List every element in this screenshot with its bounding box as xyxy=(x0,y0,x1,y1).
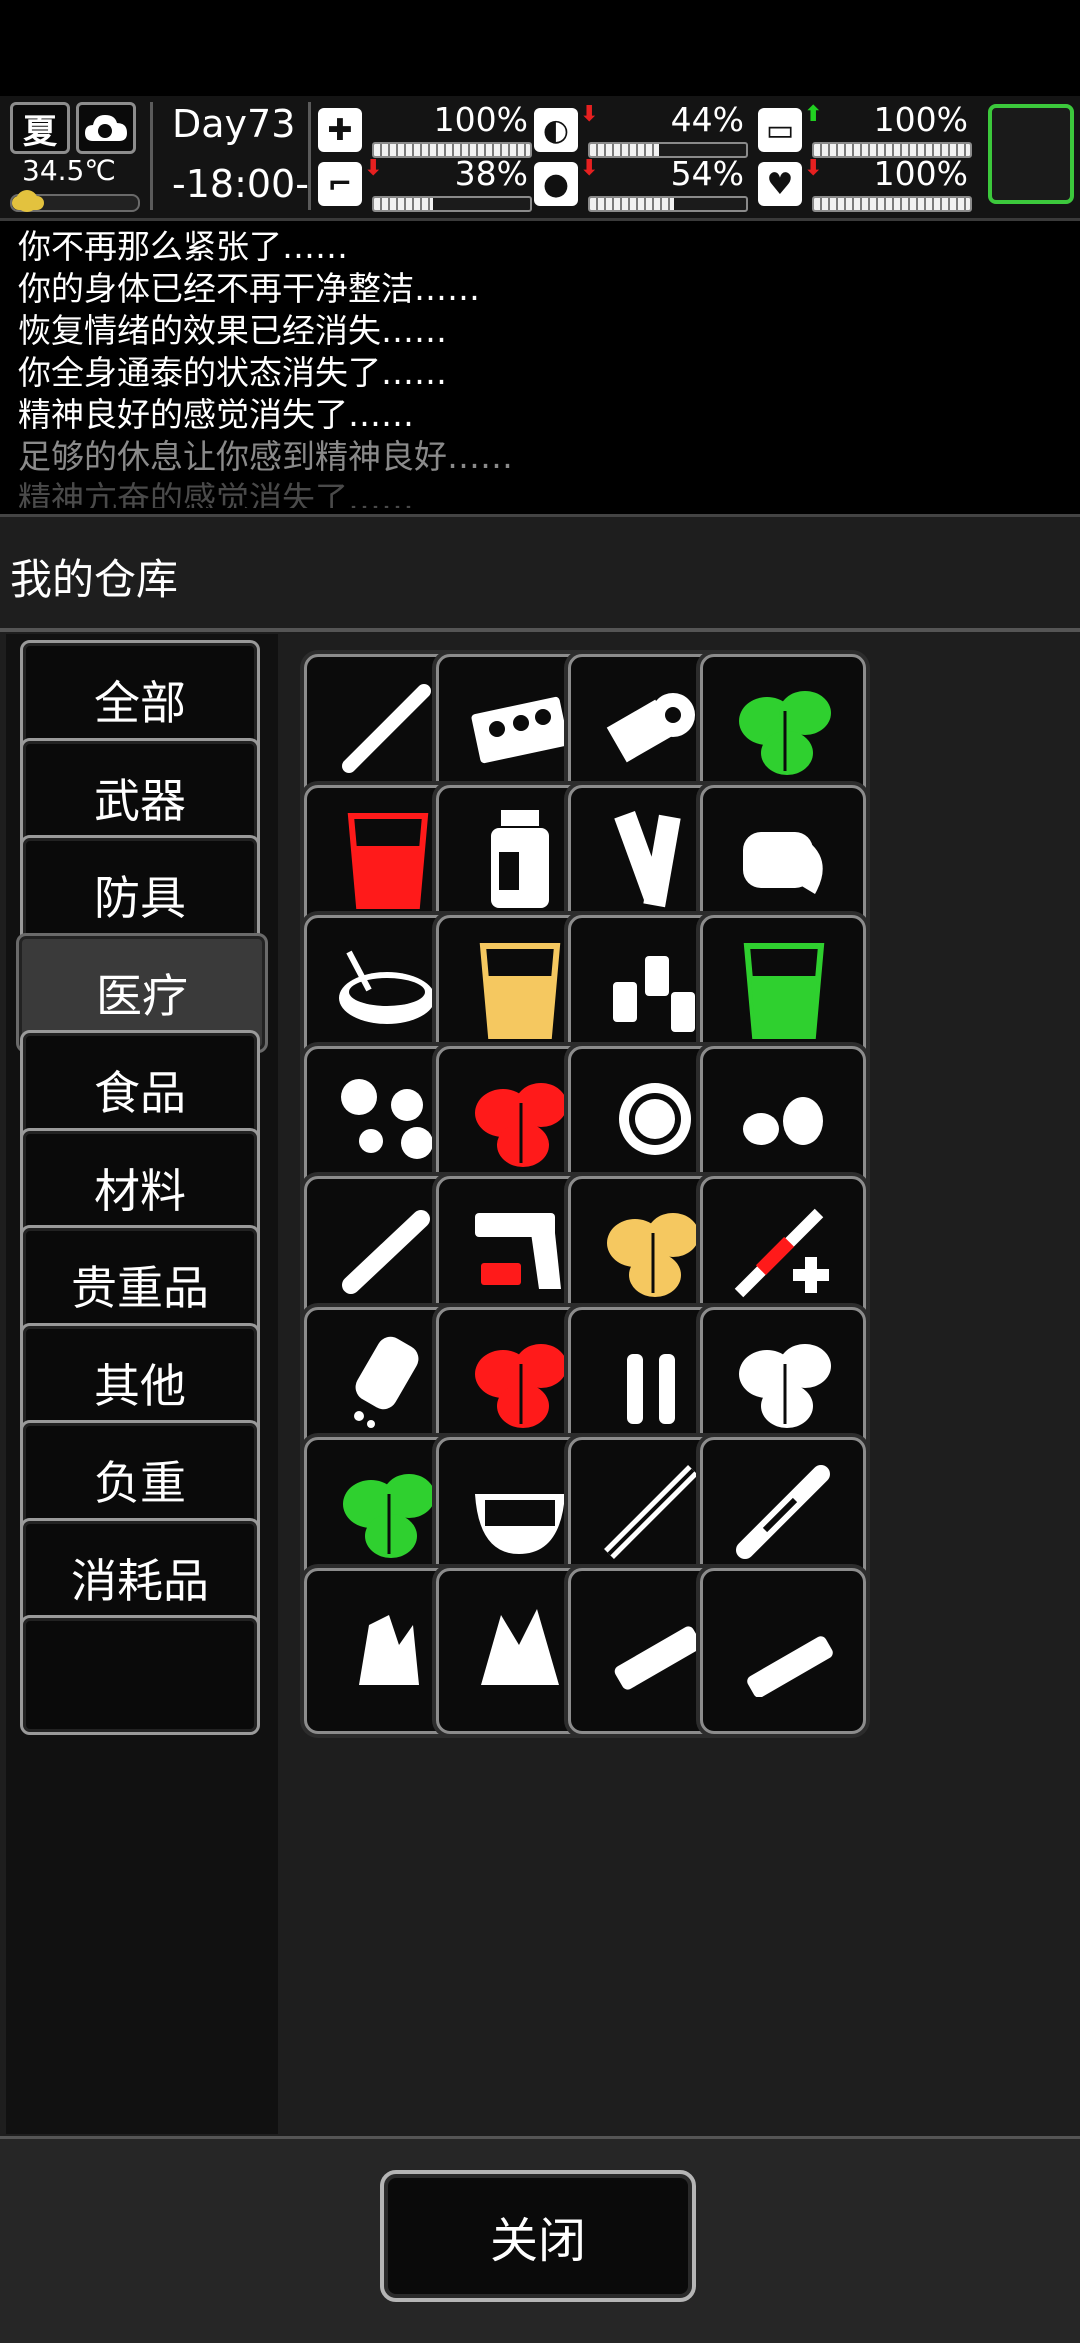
splint-icon xyxy=(593,802,711,914)
herb-yellow-icon xyxy=(593,1193,711,1305)
trend-down-icon: ⬇ xyxy=(364,156,383,181)
category-tab[interactable] xyxy=(20,1615,260,1735)
water-drop-icon: ● xyxy=(534,162,578,206)
cup-green-icon xyxy=(725,932,843,1044)
day-counter: Day73 xyxy=(172,102,296,146)
log-line: 你的身体已经不再干净整洁…… xyxy=(18,269,480,308)
trend-down-icon: ⬇ xyxy=(580,102,599,127)
bandage-roll-icon xyxy=(593,671,711,783)
time-display: -18:00- xyxy=(172,162,309,206)
lemon-slice-icon xyxy=(593,1063,711,1175)
syringe-icon xyxy=(593,1454,711,1566)
cup-yellow-icon xyxy=(461,932,579,1044)
ampoules-icon xyxy=(593,1324,711,1436)
trend-up-icon: ⬆ xyxy=(804,102,823,127)
cloth-bandage-icon xyxy=(725,802,843,914)
close-button[interactable]: 关闭 xyxy=(380,2170,696,2302)
thermometer-icon xyxy=(16,190,38,212)
status-bar: 夏 34.5℃ Day73 -18:00- ✚ 100% ◐ ⬇ 44% ▭ ⬆ 100% ⌐ ⬇… xyxy=(0,96,1080,221)
syringe-red-cross-icon xyxy=(725,1193,843,1305)
cloud-icon xyxy=(76,102,136,154)
category-sidebar[interactable]: 全部 武器 防具 医疗 食品 材料 贵重品 其他 负重 消耗品 xyxy=(6,634,278,2134)
stat-mood: ♥ ⬇ 100% xyxy=(758,154,972,212)
battery-icon: ▭ xyxy=(758,108,802,152)
ointment-tube-icon xyxy=(593,1585,711,1697)
season-label: 夏 xyxy=(23,111,57,152)
stat-hunger: ◐ ⬇ 44% xyxy=(534,100,748,158)
season-badge: 夏 xyxy=(10,102,70,154)
tube-icon xyxy=(725,1585,843,1697)
log-line: 精神亢奋的感觉消失了…… xyxy=(18,479,414,508)
stat-thirst: ● ⬇ 54% xyxy=(534,154,748,212)
herbal-jug-icon xyxy=(725,1324,843,1436)
message-log: 你不再那么紧张了…… 你的身体已经不再干净整洁…… 恢复情绪的效果已经消失…… … xyxy=(0,226,1080,508)
stat-value: 38% xyxy=(454,154,528,193)
medicine-bottle-icon xyxy=(461,802,579,914)
injector-pen-icon xyxy=(725,1454,843,1566)
trend-down-icon: ⬇ xyxy=(804,156,823,181)
stat-stamina: ⌐ ⬇ 38% xyxy=(318,154,532,212)
herb-red-icon xyxy=(461,1063,579,1175)
herb-red-large-icon xyxy=(461,1324,579,1436)
pills-icon xyxy=(329,1063,447,1175)
stat-value: 100% xyxy=(433,100,528,139)
log-line: 恢复情绪的效果已经消失…… xyxy=(18,311,447,350)
medkit-icon: ✚ xyxy=(318,108,362,152)
boot-icon: ⌐ xyxy=(318,162,362,206)
log-line: 足够的休息让你感到精神良好…… xyxy=(18,437,513,476)
bowl-medicine-icon xyxy=(461,1454,579,1566)
pill-blister-icon xyxy=(461,671,579,783)
stat-value: 54% xyxy=(670,154,744,193)
cup-red-icon xyxy=(329,802,447,914)
vials-icon xyxy=(593,932,711,1044)
stat-bar xyxy=(588,196,748,212)
ginseng-root-icon xyxy=(329,1585,447,1697)
stat-health: ✚ 100% xyxy=(318,100,532,158)
bowl-soup-icon xyxy=(329,932,447,1044)
item-grid[interactable]: 247962152647669667665999+936712326263112… xyxy=(290,640,1070,2135)
herb-green-large-icon xyxy=(329,1454,447,1566)
temperature-bar xyxy=(10,190,140,212)
herb-green-icon xyxy=(725,671,843,783)
stat-bar xyxy=(372,196,532,212)
stat-value: 44% xyxy=(670,100,744,139)
log-line: 你全身通泰的状态消失了…… xyxy=(18,353,447,392)
equipped-slot[interactable] xyxy=(988,104,1074,204)
log-line: 你不再那么紧张了…… xyxy=(18,227,348,266)
stat-bar xyxy=(812,196,972,212)
inventory-slot[interactable] xyxy=(700,1567,866,1734)
cigarette-icon xyxy=(329,671,447,783)
seeds-icon xyxy=(725,1063,843,1175)
temperature-readout: 34.5℃ xyxy=(22,154,116,187)
stat-value: 100% xyxy=(873,154,968,193)
trend-down-icon: ⬇ xyxy=(580,156,599,181)
cigar-icon xyxy=(329,1193,447,1305)
spilled-bottle-icon xyxy=(329,1324,447,1436)
stomach-icon: ◐ xyxy=(534,108,578,152)
log-line: 精神良好的感觉消失了…… xyxy=(18,395,414,434)
heart-icon: ♥ xyxy=(758,162,802,206)
dried-herb-icon xyxy=(461,1585,579,1697)
stat-energy: ▭ ⬆ 100% xyxy=(758,100,972,158)
flare-gun-icon xyxy=(461,1193,579,1305)
stat-value: 100% xyxy=(873,100,968,139)
panel-title: 我的仓库 xyxy=(10,555,179,604)
